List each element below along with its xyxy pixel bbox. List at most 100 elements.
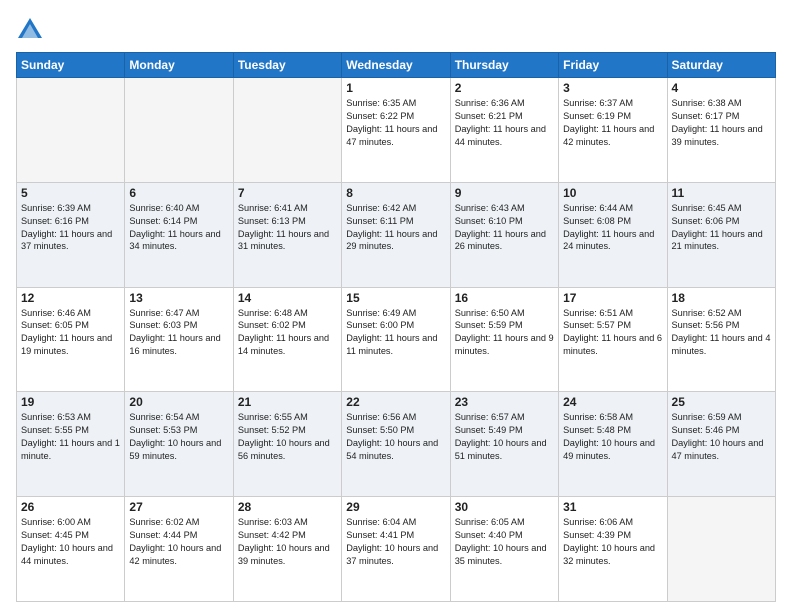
col-header-wednesday: Wednesday — [342, 53, 450, 78]
day-number: 1 — [346, 81, 445, 95]
day-cell: 19 Sunrise: 6:53 AM Sunset: 5:55 PM Dayli… — [17, 392, 125, 497]
day-cell: 1Sunrise: 6:35 AM Sunset: 6:22 PM Daylig… — [342, 78, 450, 183]
day-cell: 9Sunrise: 6:43 AM Sunset: 6:10 PM Daylig… — [450, 182, 558, 287]
day-info: Sunrise: 6:41 AM Sunset: 6:13 PM Dayligh… — [238, 202, 337, 254]
day-cell: 27 Sunrise: 6:02 AM Sunset: 4:44 PM Dayli… — [125, 497, 233, 602]
day-number: 21 — [238, 395, 337, 409]
day-info: Sunrise: 6:49 AM Sunset: 6:00 PM Dayligh… — [346, 307, 445, 359]
day-info: Sunrise: 6:59 AM Sunset: 5:46 PM Dayligh… — [672, 411, 771, 463]
day-info: Sunrise: 6:55 AM Sunset: 5:52 PM Dayligh… — [238, 411, 337, 463]
day-info: Sunrise: 6:06 AM Sunset: 4:39 PM Dayligh… — [563, 516, 662, 568]
day-cell: 18 Sunrise: 6:52 AM Sunset: 5:56 PM Dayli… — [667, 287, 775, 392]
day-cell: 2 Sunrise: 6:36 AM Sunset: 6:21 PM Daylig… — [450, 78, 558, 183]
day-number: 16 — [455, 291, 554, 305]
day-number: 5 — [21, 186, 120, 200]
day-number: 2 — [455, 81, 554, 95]
day-info: Sunrise: 6:47 AM Sunset: 6:03 PM Dayligh… — [129, 307, 228, 359]
day-cell — [125, 78, 233, 183]
day-cell: 23 Sunrise: 6:57 AM Sunset: 5:49 PM Dayli… — [450, 392, 558, 497]
day-number: 18 — [672, 291, 771, 305]
day-cell: 24Sunrise: 6:58 AM Sunset: 5:48 PM Dayli… — [559, 392, 667, 497]
day-number: 30 — [455, 500, 554, 514]
day-cell: 8Sunrise: 6:42 AM Sunset: 6:11 PM Daylig… — [342, 182, 450, 287]
day-info: Sunrise: 6:54 AM Sunset: 5:53 PM Dayligh… — [129, 411, 228, 463]
day-cell: 20 Sunrise: 6:54 AM Sunset: 5:53 PM Dayli… — [125, 392, 233, 497]
day-number: 20 — [129, 395, 228, 409]
day-cell: 12 Sunrise: 6:46 AM Sunset: 6:05 PM Dayli… — [17, 287, 125, 392]
day-number: 14 — [238, 291, 337, 305]
logo — [16, 16, 48, 44]
day-number: 13 — [129, 291, 228, 305]
day-info: Sunrise: 6:45 AM Sunset: 6:06 PM Dayligh… — [672, 202, 771, 254]
day-number: 11 — [672, 186, 771, 200]
day-info: Sunrise: 6:46 AM Sunset: 6:05 PM Dayligh… — [21, 307, 120, 359]
day-info: Sunrise: 6:52 AM Sunset: 5:56 PM Dayligh… — [672, 307, 771, 359]
day-number: 28 — [238, 500, 337, 514]
day-number: 7 — [238, 186, 337, 200]
day-cell: 17Sunrise: 6:51 AM Sunset: 5:57 PM Dayli… — [559, 287, 667, 392]
day-number: 3 — [563, 81, 662, 95]
day-cell: 16 Sunrise: 6:50 AM Sunset: 5:59 PM Dayli… — [450, 287, 558, 392]
col-header-sunday: Sunday — [17, 53, 125, 78]
day-number: 22 — [346, 395, 445, 409]
day-number: 10 — [563, 186, 662, 200]
day-info: Sunrise: 6:40 AM Sunset: 6:14 PM Dayligh… — [129, 202, 228, 254]
day-number: 26 — [21, 500, 120, 514]
col-header-thursday: Thursday — [450, 53, 558, 78]
day-number: 23 — [455, 395, 554, 409]
week-row-1: 1Sunrise: 6:35 AM Sunset: 6:22 PM Daylig… — [17, 78, 776, 183]
day-cell — [667, 497, 775, 602]
day-info: Sunrise: 6:53 AM Sunset: 5:55 PM Dayligh… — [21, 411, 120, 463]
day-number: 19 — [21, 395, 120, 409]
day-info: Sunrise: 6:39 AM Sunset: 6:16 PM Dayligh… — [21, 202, 120, 254]
day-info: Sunrise: 6:38 AM Sunset: 6:17 PM Dayligh… — [672, 97, 771, 149]
day-cell: 7 Sunrise: 6:41 AM Sunset: 6:13 PM Daylig… — [233, 182, 341, 287]
day-number: 17 — [563, 291, 662, 305]
col-header-saturday: Saturday — [667, 53, 775, 78]
day-info: Sunrise: 6:57 AM Sunset: 5:49 PM Dayligh… — [455, 411, 554, 463]
calendar-table: SundayMondayTuesdayWednesdayThursdayFrid… — [16, 52, 776, 602]
day-info: Sunrise: 6:36 AM Sunset: 6:21 PM Dayligh… — [455, 97, 554, 149]
page: SundayMondayTuesdayWednesdayThursdayFrid… — [0, 0, 792, 612]
day-info: Sunrise: 6:50 AM Sunset: 5:59 PM Dayligh… — [455, 307, 554, 359]
day-cell: 15 Sunrise: 6:49 AM Sunset: 6:00 PM Dayli… — [342, 287, 450, 392]
day-info: Sunrise: 6:00 AM Sunset: 4:45 PM Dayligh… — [21, 516, 120, 568]
day-cell: 30Sunrise: 6:05 AM Sunset: 4:40 PM Dayli… — [450, 497, 558, 602]
week-row-2: 5 Sunrise: 6:39 AM Sunset: 6:16 PM Daylig… — [17, 182, 776, 287]
day-cell: 31 Sunrise: 6:06 AM Sunset: 4:39 PM Dayli… — [559, 497, 667, 602]
day-number: 27 — [129, 500, 228, 514]
day-number: 25 — [672, 395, 771, 409]
logo-icon — [16, 16, 44, 44]
day-cell: 26 Sunrise: 6:00 AM Sunset: 4:45 PM Dayli… — [17, 497, 125, 602]
day-cell: 3 Sunrise: 6:37 AM Sunset: 6:19 PM Daylig… — [559, 78, 667, 183]
col-header-tuesday: Tuesday — [233, 53, 341, 78]
day-number: 29 — [346, 500, 445, 514]
day-number: 12 — [21, 291, 120, 305]
day-info: Sunrise: 6:02 AM Sunset: 4:44 PM Dayligh… — [129, 516, 228, 568]
day-cell: 13 Sunrise: 6:47 AM Sunset: 6:03 PM Dayli… — [125, 287, 233, 392]
day-info: Sunrise: 6:48 AM Sunset: 6:02 PM Dayligh… — [238, 307, 337, 359]
day-info: Sunrise: 6:56 AM Sunset: 5:50 PM Dayligh… — [346, 411, 445, 463]
day-info: Sunrise: 6:04 AM Sunset: 4:41 PM Dayligh… — [346, 516, 445, 568]
day-cell: 14 Sunrise: 6:48 AM Sunset: 6:02 PM Dayli… — [233, 287, 341, 392]
day-number: 15 — [346, 291, 445, 305]
week-row-4: 19 Sunrise: 6:53 AM Sunset: 5:55 PM Dayli… — [17, 392, 776, 497]
day-number: 6 — [129, 186, 228, 200]
day-number: 4 — [672, 81, 771, 95]
day-info: Sunrise: 6:37 AM Sunset: 6:19 PM Dayligh… — [563, 97, 662, 149]
day-cell: 21 Sunrise: 6:55 AM Sunset: 5:52 PM Dayli… — [233, 392, 341, 497]
calendar-header-row: SundayMondayTuesdayWednesdayThursdayFrid… — [17, 53, 776, 78]
day-number: 31 — [563, 500, 662, 514]
day-cell: 28Sunrise: 6:03 AM Sunset: 4:42 PM Dayli… — [233, 497, 341, 602]
day-number: 24 — [563, 395, 662, 409]
week-row-5: 26 Sunrise: 6:00 AM Sunset: 4:45 PM Dayli… — [17, 497, 776, 602]
day-cell — [233, 78, 341, 183]
day-cell: 29 Sunrise: 6:04 AM Sunset: 4:41 PM Dayli… — [342, 497, 450, 602]
day-cell: 10Sunrise: 6:44 AM Sunset: 6:08 PM Dayli… — [559, 182, 667, 287]
day-cell: 22 Sunrise: 6:56 AM Sunset: 5:50 PM Dayli… — [342, 392, 450, 497]
day-info: Sunrise: 6:43 AM Sunset: 6:10 PM Dayligh… — [455, 202, 554, 254]
day-cell: 25 Sunrise: 6:59 AM Sunset: 5:46 PM Dayli… — [667, 392, 775, 497]
day-cell: 11 Sunrise: 6:45 AM Sunset: 6:06 PM Dayli… — [667, 182, 775, 287]
week-row-3: 12 Sunrise: 6:46 AM Sunset: 6:05 PM Dayli… — [17, 287, 776, 392]
day-cell: 5 Sunrise: 6:39 AM Sunset: 6:16 PM Daylig… — [17, 182, 125, 287]
